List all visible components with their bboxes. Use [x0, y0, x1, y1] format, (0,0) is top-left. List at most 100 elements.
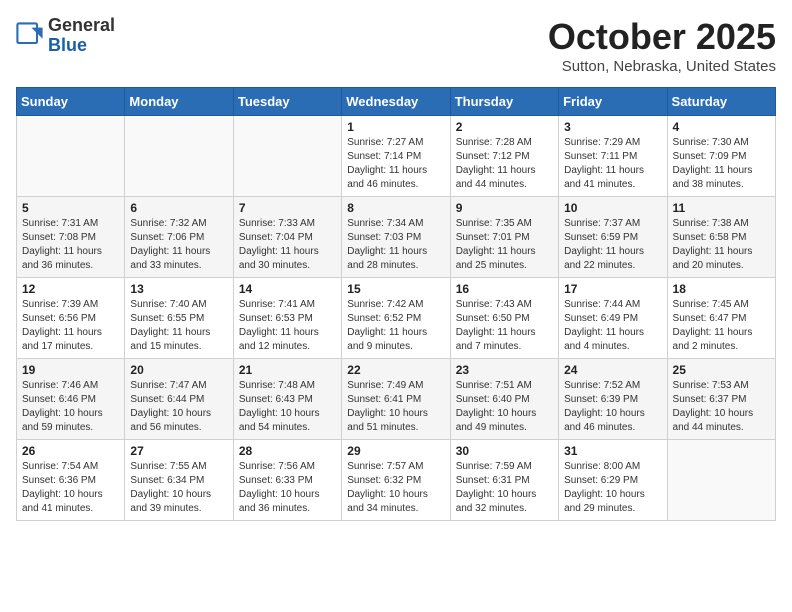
- day-number: 20: [130, 363, 227, 377]
- day-number: 1: [347, 120, 444, 134]
- calendar-cell: 27Sunrise: 7:55 AM Sunset: 6:34 PM Dayli…: [125, 440, 233, 521]
- day-number: 8: [347, 201, 444, 215]
- weekday-header-wednesday: Wednesday: [342, 88, 450, 116]
- day-info: Sunrise: 7:29 AM Sunset: 7:11 PM Dayligh…: [564, 136, 661, 192]
- day-number: 26: [22, 444, 119, 458]
- day-info: Sunrise: 7:56 AM Sunset: 6:33 PM Dayligh…: [239, 460, 336, 516]
- logo-general-text: General: [48, 16, 115, 36]
- calendar-week-row: 5 Sunrise: 7:31 AM Sunset: 7:08 PM Daylig…: [17, 197, 776, 278]
- weekday-header-monday: Monday: [125, 88, 233, 116]
- day-info: Sunrise: 7:30 AM Sunset: 7:09 PM Dayligh…: [673, 136, 770, 192]
- day-number: 22: [347, 363, 444, 377]
- calendar-cell: 22 Sunrise: 7:49 AM Sunset: 6:41 PM Dayli…: [342, 359, 450, 440]
- day-info: Sunrise: 7:35 AM Sunset: 7:01 PM Dayligh…: [456, 217, 553, 273]
- day-number: 21: [239, 363, 336, 377]
- day-number: 28: [239, 444, 336, 458]
- day-info: Sunrise: 7:40 AM Sunset: 6:55 PM Dayligh…: [130, 298, 227, 354]
- calendar-cell: [667, 440, 775, 521]
- day-number: 13: [130, 282, 227, 296]
- weekday-header-tuesday: Tuesday: [233, 88, 341, 116]
- day-info: Sunrise: 7:39 AM Sunset: 6:56 PM Dayligh…: [22, 298, 119, 354]
- day-number: 18: [673, 282, 770, 296]
- calendar-cell: 10Sunrise: 7:37 AM Sunset: 6:59 PM Dayli…: [559, 197, 667, 278]
- day-info: Sunrise: 8:00 AM Sunset: 6:29 PM Dayligh…: [564, 460, 661, 516]
- day-number: 5: [22, 201, 119, 215]
- calendar-cell: 18Sunrise: 7:45 AM Sunset: 6:47 PM Dayli…: [667, 278, 775, 359]
- day-number: 3: [564, 120, 661, 134]
- day-number: 25: [673, 363, 770, 377]
- day-number: 15: [347, 282, 444, 296]
- day-info: Sunrise: 7:32 AM Sunset: 7:06 PM Dayligh…: [130, 217, 227, 273]
- calendar-cell: 14Sunrise: 7:41 AM Sunset: 6:53 PM Dayli…: [233, 278, 341, 359]
- day-info: Sunrise: 7:43 AM Sunset: 6:50 PM Dayligh…: [456, 298, 553, 354]
- day-info: Sunrise: 7:31 AM Sunset: 7:08 PM Dayligh…: [22, 217, 119, 273]
- day-number: 9: [456, 201, 553, 215]
- day-number: 12: [22, 282, 119, 296]
- calendar-cell: 3 Sunrise: 7:29 AM Sunset: 7:11 PM Daylig…: [559, 116, 667, 197]
- day-info: Sunrise: 7:33 AM Sunset: 7:04 PM Dayligh…: [239, 217, 336, 273]
- day-number: 27: [130, 444, 227, 458]
- day-info: Sunrise: 7:27 AM Sunset: 7:14 PM Dayligh…: [347, 136, 444, 192]
- day-info: Sunrise: 7:38 AM Sunset: 6:58 PM Dayligh…: [673, 217, 770, 273]
- day-number: 19: [22, 363, 119, 377]
- calendar-table: SundayMondayTuesdayWednesdayThursdayFrid…: [16, 87, 776, 521]
- calendar-cell: 16Sunrise: 7:43 AM Sunset: 6:50 PM Dayli…: [450, 278, 558, 359]
- weekday-header-row: SundayMondayTuesdayWednesdayThursdayFrid…: [17, 88, 776, 116]
- day-number: 14: [239, 282, 336, 296]
- calendar-cell: [233, 116, 341, 197]
- calendar-week-row: 12 Sunrise: 7:39 AM Sunset: 6:56 PM Dayli…: [17, 278, 776, 359]
- day-info: Sunrise: 7:52 AM Sunset: 6:39 PM Dayligh…: [564, 379, 661, 435]
- day-info: Sunrise: 7:37 AM Sunset: 6:59 PM Dayligh…: [564, 217, 661, 273]
- day-number: 31: [564, 444, 661, 458]
- day-number: 23: [456, 363, 553, 377]
- calendar-cell: [125, 116, 233, 197]
- calendar-cell: 19 Sunrise: 7:46 AM Sunset: 6:46 PM Dayli…: [17, 359, 125, 440]
- calendar-cell: 26Sunrise: 7:54 AM Sunset: 6:36 PM Dayli…: [17, 440, 125, 521]
- day-number: 29: [347, 444, 444, 458]
- day-info: Sunrise: 7:42 AM Sunset: 6:52 PM Dayligh…: [347, 298, 444, 354]
- day-number: 6: [130, 201, 227, 215]
- calendar-cell: 15 Sunrise: 7:42 AM Sunset: 6:52 PM Dayli…: [342, 278, 450, 359]
- day-info: Sunrise: 7:44 AM Sunset: 6:49 PM Dayligh…: [564, 298, 661, 354]
- calendar-cell: 31 Sunrise: 8:00 AM Sunset: 6:29 PM Dayli…: [559, 440, 667, 521]
- calendar-cell: 11 Sunrise: 7:38 AM Sunset: 6:58 PM Dayli…: [667, 197, 775, 278]
- day-info: Sunrise: 7:59 AM Sunset: 6:31 PM Dayligh…: [456, 460, 553, 516]
- day-info: Sunrise: 7:48 AM Sunset: 6:43 PM Dayligh…: [239, 379, 336, 435]
- calendar-cell: 24 Sunrise: 7:52 AM Sunset: 6:39 PM Dayli…: [559, 359, 667, 440]
- weekday-header-sunday: Sunday: [17, 88, 125, 116]
- day-number: 11: [673, 201, 770, 215]
- calendar-cell: 12 Sunrise: 7:39 AM Sunset: 6:56 PM Dayli…: [17, 278, 125, 359]
- day-info: Sunrise: 7:28 AM Sunset: 7:12 PM Dayligh…: [456, 136, 553, 192]
- calendar-cell: 25 Sunrise: 7:53 AM Sunset: 6:37 PM Dayli…: [667, 359, 775, 440]
- logo-text: General Blue: [48, 16, 115, 56]
- day-number: 7: [239, 201, 336, 215]
- weekday-header-saturday: Saturday: [667, 88, 775, 116]
- calendar-cell: 28 Sunrise: 7:56 AM Sunset: 6:33 PM Dayli…: [233, 440, 341, 521]
- calendar-week-row: 26Sunrise: 7:54 AM Sunset: 6:36 PM Dayli…: [17, 440, 776, 521]
- day-number: 4: [673, 120, 770, 134]
- day-number: 24: [564, 363, 661, 377]
- calendar-cell: 5 Sunrise: 7:31 AM Sunset: 7:08 PM Daylig…: [17, 197, 125, 278]
- calendar-cell: 29 Sunrise: 7:57 AM Sunset: 6:32 PM Dayli…: [342, 440, 450, 521]
- calendar-week-row: 19 Sunrise: 7:46 AM Sunset: 6:46 PM Dayli…: [17, 359, 776, 440]
- calendar-cell: 7 Sunrise: 7:33 AM Sunset: 7:04 PM Daylig…: [233, 197, 341, 278]
- day-info: Sunrise: 7:49 AM Sunset: 6:41 PM Dayligh…: [347, 379, 444, 435]
- calendar-cell: 30Sunrise: 7:59 AM Sunset: 6:31 PM Dayli…: [450, 440, 558, 521]
- weekday-header-friday: Friday: [559, 88, 667, 116]
- day-info: Sunrise: 7:57 AM Sunset: 6:32 PM Dayligh…: [347, 460, 444, 516]
- calendar-cell: 6 Sunrise: 7:32 AM Sunset: 7:06 PM Daylig…: [125, 197, 233, 278]
- calendar-cell: 23 Sunrise: 7:51 AM Sunset: 6:40 PM Dayli…: [450, 359, 558, 440]
- day-info: Sunrise: 7:46 AM Sunset: 6:46 PM Dayligh…: [22, 379, 119, 435]
- title-block: October 2025 Sutton, Nebraska, United St…: [548, 16, 776, 75]
- day-info: Sunrise: 7:53 AM Sunset: 6:37 PM Dayligh…: [673, 379, 770, 435]
- logo: General Blue: [16, 16, 115, 56]
- weekday-header-thursday: Thursday: [450, 88, 558, 116]
- page-header: General Blue October 2025 Sutton, Nebras…: [16, 16, 776, 75]
- calendar-cell: 9 Sunrise: 7:35 AM Sunset: 7:01 PM Daylig…: [450, 197, 558, 278]
- day-info: Sunrise: 7:51 AM Sunset: 6:40 PM Dayligh…: [456, 379, 553, 435]
- calendar-cell: 8Sunrise: 7:34 AM Sunset: 7:03 PM Daylig…: [342, 197, 450, 278]
- calendar-cell: 20 Sunrise: 7:47 AM Sunset: 6:44 PM Dayli…: [125, 359, 233, 440]
- calendar-cell: 17Sunrise: 7:44 AM Sunset: 6:49 PM Dayli…: [559, 278, 667, 359]
- calendar-cell: 21 Sunrise: 7:48 AM Sunset: 6:43 PM Dayli…: [233, 359, 341, 440]
- day-info: Sunrise: 7:47 AM Sunset: 6:44 PM Dayligh…: [130, 379, 227, 435]
